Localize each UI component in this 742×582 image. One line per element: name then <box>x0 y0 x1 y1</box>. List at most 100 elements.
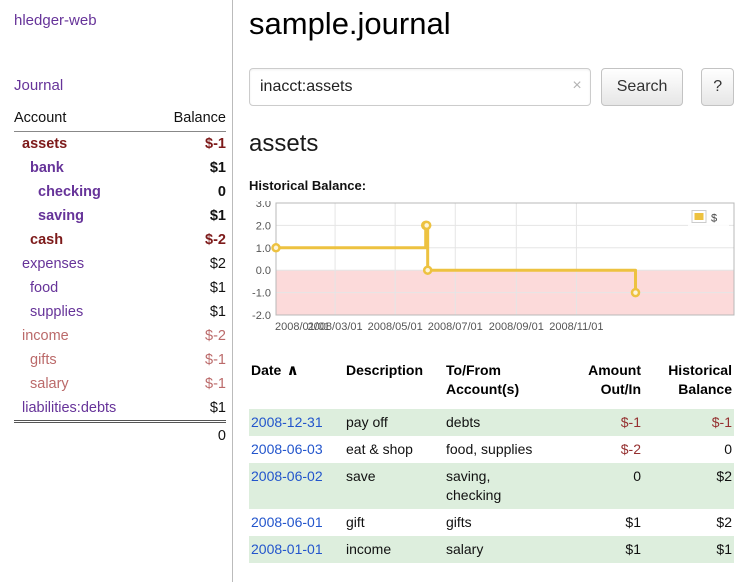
account-heading: assets <box>249 130 734 158</box>
account-name-cell: supplies <box>14 300 154 324</box>
account-name-cell: income <box>14 324 154 348</box>
account-link-liabilities-debts[interactable]: liabilities:debts <box>22 400 116 416</box>
svg-text:2.0: 2.0 <box>256 220 271 232</box>
accounts-header-row: Account Balance <box>14 108 226 132</box>
account-name-cell: food <box>14 276 154 300</box>
account-name-cell: expenses <box>14 252 154 276</box>
accounts-total-row: 0 <box>14 422 226 449</box>
register-header-date[interactable]: Date ∧ <box>249 361 344 409</box>
app-title-link[interactable]: hledger-web <box>14 12 226 29</box>
account-name-cell: salary <box>14 372 154 396</box>
register-cell-accounts: debts <box>444 409 569 436</box>
register-row: 2008-06-02savesaving,checking0$2 <box>249 463 734 509</box>
account-row: checking 0 <box>14 180 226 204</box>
search-bar: × Search ? <box>249 68 734 106</box>
accounts-header-balance: Balance <box>154 108 226 132</box>
register-cell-balance: $2 <box>649 463 734 509</box>
account-link-bank[interactable]: bank <box>30 160 64 176</box>
register-cell-description: pay off <box>344 409 444 436</box>
account-row: salary $-1 <box>14 372 226 396</box>
register-cell-description: eat & shop <box>344 436 444 463</box>
main-content: sample.journal × Search ? assets Histori… <box>233 0 742 582</box>
account-link-income[interactable]: income <box>22 328 69 344</box>
register-cell-accounts: food, supplies <box>444 436 569 463</box>
account-row: liabilities:debts$1 <box>14 396 226 422</box>
register-cell-accounts: gifts <box>444 509 569 536</box>
register-row: 2008-06-01giftgifts$1$2 <box>249 509 734 536</box>
register-header-description: Description <box>344 361 444 409</box>
clear-search-icon[interactable]: × <box>572 77 581 95</box>
account-name-cell: cash <box>14 228 154 252</box>
accounts-total-balance: 0 <box>154 422 226 449</box>
register-cell-date: 2008-01-01 <box>249 536 344 563</box>
account-link-food[interactable]: food <box>30 280 58 296</box>
account-balance: $2 <box>154 252 226 276</box>
transaction-date-link[interactable]: 2008-06-03 <box>251 441 323 457</box>
account-row: gifts $-1 <box>14 348 226 372</box>
help-button[interactable]: ? <box>701 68 734 106</box>
page-title: sample.journal <box>249 6 734 42</box>
accounts-table: Account Balance assets $-1 bank $1 checking 0… <box>14 108 226 448</box>
account-balance: $1 <box>154 156 226 180</box>
account-balance: $-2 <box>154 324 226 348</box>
account-link-supplies[interactable]: supplies <box>30 304 83 320</box>
sidebar: hledger-web Journal Account Balance asse… <box>0 0 233 582</box>
chart-title: Historical Balance: <box>249 178 734 193</box>
register-row: 2008-01-01incomesalary$1$1 <box>249 536 734 563</box>
account-link-expenses[interactable]: expenses <box>22 256 84 272</box>
sort-ascending-icon: ∧ <box>281 361 298 379</box>
account-link-cash[interactable]: cash <box>30 232 63 248</box>
account-link-saving[interactable]: saving <box>38 208 84 224</box>
transaction-date-link[interactable]: 2008-01-01 <box>251 541 323 557</box>
search-input[interactable] <box>249 68 591 106</box>
register-cell-balance: $-1 <box>649 409 734 436</box>
account-balance: $-1 <box>154 372 226 396</box>
account-row: cash $-2 <box>14 228 226 252</box>
register-table: Date ∧DescriptionTo/FromAccount(s)Amount… <box>249 361 734 563</box>
account-balance: $1 <box>154 300 226 324</box>
account-link-gifts[interactable]: gifts <box>30 352 57 368</box>
register-header-to-from-account-s-: To/FromAccount(s) <box>444 361 569 409</box>
account-row: income $-2 <box>14 324 226 348</box>
account-link-checking[interactable]: checking <box>38 184 101 200</box>
account-row: bank $1 <box>14 156 226 180</box>
svg-text:-2.0: -2.0 <box>252 310 271 322</box>
svg-text:-1.0: -1.0 <box>252 288 271 300</box>
svg-text:2008/11/01: 2008/11/01 <box>549 321 603 333</box>
account-balance: 0 <box>154 180 226 204</box>
account-balance: $-2 <box>154 228 226 252</box>
account-name-cell: assets <box>14 132 154 157</box>
register-cell-date: 2008-06-03 <box>249 436 344 463</box>
register-cell-amount: $-2 <box>569 436 649 463</box>
journal-link[interactable]: Journal <box>14 77 226 94</box>
account-row: assets $-1 <box>14 132 226 157</box>
account-row: supplies $1 <box>14 300 226 324</box>
transaction-date-link[interactable]: 2008-06-02 <box>251 468 323 484</box>
register-row: 2008-12-31pay offdebts$-1$-1 <box>249 409 734 436</box>
account-link-salary[interactable]: salary <box>30 376 69 392</box>
svg-text:0.0: 0.0 <box>256 265 271 277</box>
register-header-historical-balance: HistoricalBalance <box>649 361 734 409</box>
register-row: 2008-06-03 eat & shopfood, supplies$-20 <box>249 436 734 463</box>
svg-text:3.0: 3.0 <box>256 201 271 210</box>
transaction-date-link[interactable]: 2008-12-31 <box>251 414 323 430</box>
search-button[interactable]: Search <box>601 68 684 106</box>
register-cell-date: 2008-06-02 <box>249 463 344 509</box>
account-row: food$1 <box>14 276 226 300</box>
register-cell-amount: 0 <box>569 463 649 509</box>
register-cell-amount: $-1 <box>569 409 649 436</box>
svg-text:$: $ <box>711 213 717 225</box>
account-link-assets[interactable]: assets <box>22 136 67 152</box>
register-header-amount-out-in: AmountOut/In <box>569 361 649 409</box>
search-input-wrap: × <box>249 68 591 106</box>
register-cell-balance: 0 <box>649 436 734 463</box>
account-balance: $-1 <box>154 348 226 372</box>
register-cell-amount: $1 <box>569 509 649 536</box>
register-cell-date: 2008-12-31 <box>249 409 344 436</box>
register-header-row: Date ∧DescriptionTo/FromAccount(s)Amount… <box>249 361 734 409</box>
accounts-header-account: Account <box>14 108 154 132</box>
account-balance: $-1 <box>154 132 226 157</box>
transaction-date-link[interactable]: 2008-06-01 <box>251 514 323 530</box>
svg-text:2008/09/01: 2008/09/01 <box>489 321 544 333</box>
accounts-total-spacer <box>14 422 154 449</box>
